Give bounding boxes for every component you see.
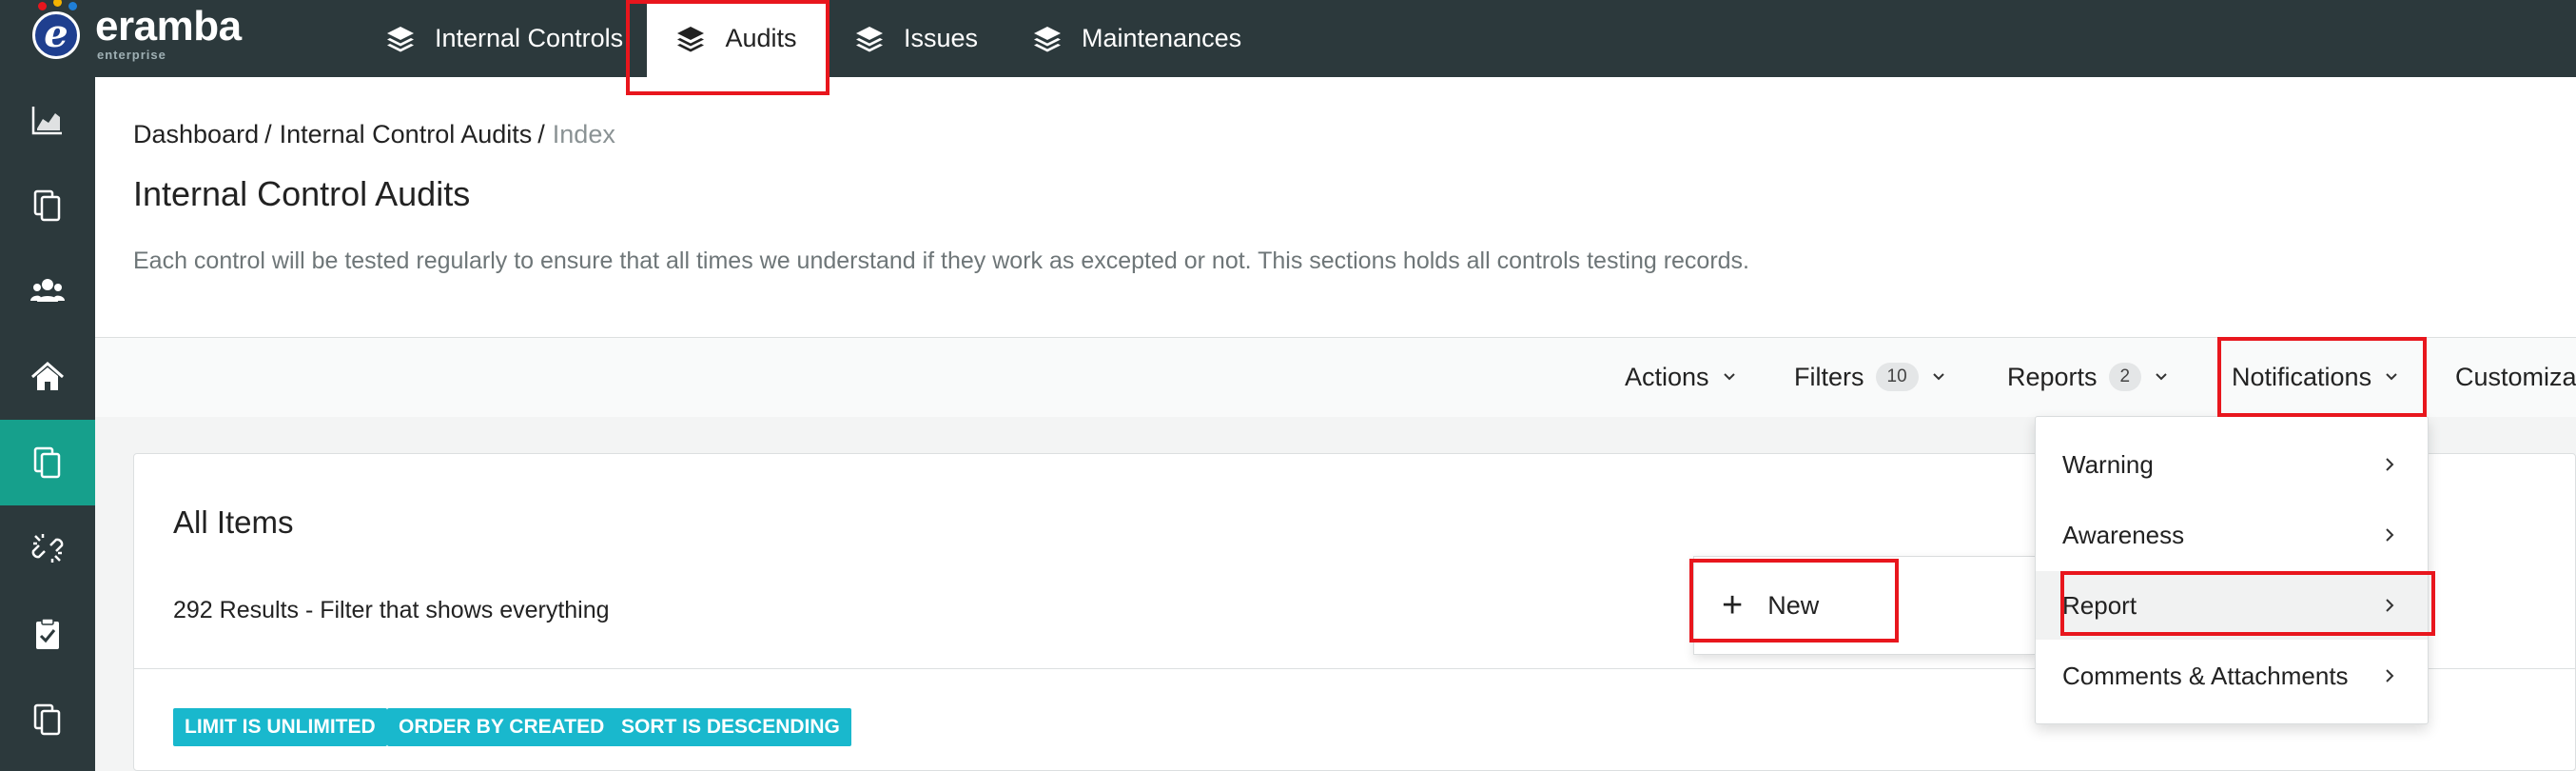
files-icon	[33, 703, 61, 736]
layers-icon	[387, 26, 414, 51]
unlink-icon	[31, 534, 64, 563]
chevron-right-icon	[2386, 599, 2394, 612]
breadcrumb: Dashboard / Internal Control Audits / Index	[133, 120, 615, 149]
chevron-right-icon	[2386, 528, 2394, 542]
top-navbar: e eramba enterprise Internal Controls Au…	[0, 0, 2576, 77]
chevron-right-icon	[2386, 669, 2394, 682]
limit-tag[interactable]: LIMIT IS UNLIMITED	[173, 708, 387, 746]
eramba-logo[interactable]: e eramba enterprise	[29, 0, 276, 67]
actions-label: Actions	[1625, 362, 1709, 391]
order-tag[interactable]: ORDER BY CREATED	[387, 708, 616, 746]
card-title: All Items	[173, 504, 294, 540]
menu-item-label: Report	[2062, 590, 2137, 620]
nav-item-issues[interactable]: Issues	[854, 0, 978, 77]
sidebar-item-files[interactable]	[0, 677, 95, 762]
notifications-label: Notifications	[2232, 362, 2372, 391]
actions-dropdown[interactable]: Actions	[1625, 337, 1736, 417]
new-button[interactable]: + New	[1722, 583, 1819, 628]
new-label: New	[1767, 590, 1820, 620]
nav-label: Issues	[904, 24, 979, 52]
filters-count-badge: 10	[1875, 363, 1919, 391]
sort-tag[interactable]: SORT IS DESCENDING	[610, 708, 851, 746]
layers-icon	[856, 26, 883, 51]
breadcrumb-internal-control-audits[interactable]: Internal Control Audits	[280, 120, 533, 148]
users-icon	[30, 279, 65, 302]
notifications-dropdown[interactable]: Notifications	[2232, 337, 2398, 417]
logo-dots-icon	[38, 0, 78, 11]
plus-icon: +	[1722, 585, 1744, 625]
chevron-down-icon	[2156, 373, 2167, 381]
page-title: Internal Control Audits	[133, 174, 471, 213]
chevron-right-icon	[2386, 458, 2394, 471]
sidebar-item-home[interactable]	[0, 334, 95, 420]
chevron-down-icon	[1723, 373, 1735, 381]
nav-label: Maintenances	[1082, 24, 1242, 52]
home-icon	[31, 362, 64, 390]
filters-dropdown[interactable]: Filters 10	[1794, 337, 1945, 417]
menu-item-comments-attachments[interactable]: Comments & Attachments	[2036, 642, 2428, 710]
breadcrumb-separator: /	[537, 120, 545, 148]
filters-label: Filters	[1794, 362, 1864, 391]
sidebar-item-documents[interactable]	[0, 420, 95, 505]
breadcrumb-dashboard[interactable]: Dashboard	[133, 120, 259, 148]
sidebar	[0, 77, 95, 771]
copy-icon	[33, 189, 61, 222]
menu-item-awareness[interactable]: Awareness	[2036, 501, 2428, 569]
sidebar-item-tasks[interactable]	[0, 591, 95, 677]
layers-icon	[677, 26, 705, 51]
brand-edition: enterprise	[97, 48, 166, 62]
sidebar-item-copy[interactable]	[0, 163, 95, 248]
documents-icon	[33, 446, 61, 479]
sidebar-item-dashboard[interactable]	[0, 77, 95, 163]
layers-icon	[1034, 26, 1061, 51]
menu-item-report[interactable]: Report	[2036, 571, 2428, 640]
breadcrumb-separator: /	[264, 120, 272, 148]
nav-item-audits[interactable]: Audits	[647, 0, 826, 77]
chevron-down-icon	[2386, 373, 2397, 381]
clipboard-check-icon	[36, 618, 59, 649]
logo-mark: e	[32, 11, 80, 59]
chevron-down-icon	[1932, 373, 1944, 381]
brand-name: eramba	[95, 3, 242, 49]
menu-item-label: Awareness	[2062, 520, 2185, 549]
breadcrumb-index: Index	[552, 120, 615, 148]
menu-item-label: Warning	[2062, 449, 2154, 479]
nav-label: Internal Controls	[435, 24, 624, 52]
nav-item-internal-controls[interactable]: Internal Controls	[385, 0, 623, 77]
reports-dropdown[interactable]: Reports 2	[2007, 337, 2168, 417]
reports-count-badge: 2	[2108, 363, 2142, 391]
nav-item-maintenances[interactable]: Maintenances	[1032, 0, 1241, 77]
customize-label: Customiza	[2455, 362, 2576, 391]
page-description: Each control will be tested regularly to…	[133, 247, 1749, 274]
chart-icon	[31, 107, 62, 135]
sidebar-item-users[interactable]	[0, 248, 95, 334]
toolbar	[95, 337, 2576, 419]
menu-item-warning[interactable]: Warning	[2036, 430, 2428, 499]
reports-label: Reports	[2007, 362, 2098, 391]
menu-item-label: Comments & Attachments	[2062, 661, 2349, 690]
sidebar-item-links[interactable]	[0, 505, 95, 591]
nav-label: Audits	[725, 24, 797, 52]
results-summary: 292 Results - Filter that shows everythi…	[173, 597, 610, 623]
customize-dropdown[interactable]: Customiza	[2455, 337, 2576, 417]
